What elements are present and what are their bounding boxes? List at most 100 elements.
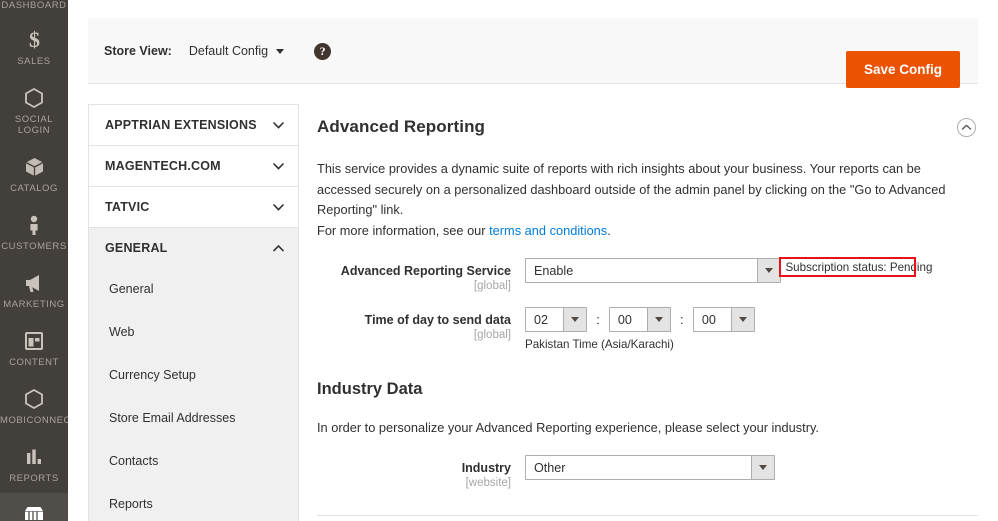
field-label-text: Time of day to send data (365, 313, 511, 327)
advanced-reporting-service-select[interactable]: Enable (525, 258, 781, 283)
sidebar-item-label: CATALOG (0, 183, 68, 194)
sidebar-item-mobiconnect[interactable]: MOBICONNECT (0, 377, 68, 435)
layout-icon (0, 328, 68, 354)
chevron-down-icon[interactable] (751, 456, 774, 479)
svg-text:$: $ (29, 28, 40, 52)
timezone-note: Pakistan Time (Asia/Karachi) (525, 337, 978, 352)
chevron-down-icon[interactable] (563, 308, 586, 331)
sidebar-item-label: MARKETING (0, 299, 68, 310)
store-view-value: Default Config (189, 44, 268, 58)
sidebar-item-stores[interactable]: STORES (0, 493, 68, 521)
sidebar-item-label: SALES (0, 56, 68, 67)
store-view-label: Store View: (104, 44, 172, 58)
select-value: Other (526, 456, 774, 481)
config-subitem-web[interactable]: Web (89, 311, 298, 354)
sidebar-item-social-login[interactable]: SOCIAL LOGIN (0, 76, 68, 145)
field-label-text: Industry (462, 461, 511, 475)
config-section-label: GENERAL (105, 241, 168, 255)
chevron-up-circle-icon[interactable] (957, 118, 976, 137)
description-line-1: This service provides a dynamic suite of… (317, 161, 945, 217)
sidebar-item-dashboard[interactable]: DASHBOARD (0, 0, 68, 18)
sidebar-item-label: CUSTOMERS (0, 241, 68, 252)
bar-chart-icon (0, 444, 68, 470)
config-section-label: MAGENTECH.COM (105, 159, 221, 173)
time-separator: : (675, 307, 688, 332)
config-subitem-general[interactable]: General (89, 268, 298, 311)
config-section-magentech[interactable]: MAGENTECH.COM (89, 146, 298, 187)
sidebar-item-catalog[interactable]: CATALOG (0, 145, 68, 203)
config-section-tatvic[interactable]: TATVIC (89, 187, 298, 228)
field-label: Industry [website] (317, 455, 525, 490)
field-label: Advanced Reporting Service [global] (317, 258, 525, 293)
time-hours-select[interactable]: 02 (525, 307, 587, 332)
admin-page: DASHBOARD $ SALES SOCIAL LOGIN CATALOG C… (0, 0, 998, 521)
sidebar-item-label: MOBICONNECT (0, 415, 68, 426)
box-icon (0, 154, 68, 180)
sidebar-item-label: SOCIAL LOGIN (0, 114, 68, 136)
config-section-label: TATVIC (105, 200, 149, 214)
dollar-icon: $ (0, 27, 68, 53)
select-value: Enable (526, 259, 780, 284)
field-scope: [global] (317, 328, 511, 342)
advanced-reporting-description: This service provides a dynamic suite of… (317, 159, 977, 241)
time-minutes-select[interactable]: 00 (609, 307, 671, 332)
primary-sidebar: DASHBOARD $ SALES SOCIAL LOGIN CATALOG C… (0, 0, 68, 521)
field-time-of-day: Time of day to send data [global] 02 : 0… (317, 307, 978, 352)
hexagon-icon (0, 386, 68, 412)
section-title: Advanced Reporting (317, 117, 485, 137)
config-section-apptrian-extensions[interactable]: APPTRIAN EXTENSIONS (89, 105, 298, 146)
time-separator: : (591, 307, 604, 332)
description-line-2-suffix: . (607, 223, 611, 238)
store-icon (0, 502, 68, 521)
store-view-switcher[interactable]: Default Config (189, 44, 284, 58)
sidebar-item-content[interactable]: CONTENT (0, 319, 68, 377)
sidebar-item-label: DASHBOARD (0, 0, 68, 11)
section-divider (317, 515, 978, 516)
subscription-status: Subscription status: Pending (785, 260, 932, 275)
terms-and-conditions-link[interactable]: terms and conditions (489, 223, 607, 238)
config-subitem-reports[interactable]: Reports (89, 483, 298, 521)
sidebar-item-label: CONTENT (0, 357, 68, 368)
field-control: 02 : 00 : 00 Pakistan Time (Asia/Karachi… (525, 307, 978, 352)
sidebar-item-sales[interactable]: $ SALES (0, 18, 68, 76)
main-content: Advanced Reporting This service provides… (317, 104, 978, 521)
industry-data-description: In order to personalize your Advanced Re… (317, 418, 977, 439)
megaphone-icon (0, 270, 68, 296)
chevron-down-icon (273, 204, 284, 211)
industry-select[interactable]: Other (525, 455, 775, 480)
field-scope: [global] (317, 279, 511, 293)
chevron-down-icon (273, 163, 284, 170)
chevron-up-icon (273, 245, 284, 252)
sidebar-item-reports[interactable]: REPORTS (0, 435, 68, 493)
chevron-down-icon[interactable] (647, 308, 670, 331)
chevron-down-icon (273, 122, 284, 129)
field-label: Time of day to send data [global] (317, 307, 525, 342)
page-title-strip: Advanced Reporting (68, 0, 998, 18)
subscription-status-text: Subscription status: Pending (785, 260, 932, 275)
industry-data-title: Industry Data (317, 380, 978, 399)
store-view-bar: Store View: Default Config ? Save Config (88, 18, 978, 84)
config-subitem-contacts[interactable]: Contacts (89, 440, 298, 483)
chevron-down-icon[interactable] (731, 308, 754, 331)
sidebar-item-marketing[interactable]: MARKETING (0, 261, 68, 319)
sidebar-item-customers[interactable]: CUSTOMERS (0, 203, 68, 261)
field-advanced-reporting-service: Advanced Reporting Service [global] Enab… (317, 258, 978, 293)
save-config-button[interactable]: Save Config (846, 51, 960, 88)
time-seconds-select[interactable]: 00 (693, 307, 755, 332)
config-subitem-currency-setup[interactable]: Currency Setup (89, 354, 298, 397)
field-industry: Industry [website] Other (317, 455, 978, 490)
field-label-text: Advanced Reporting Service (341, 264, 511, 278)
field-scope: [website] (317, 476, 511, 490)
field-control: Enable Subscription status: Pending (525, 258, 978, 283)
config-nav-panel: APPTRIAN EXTENSIONS MAGENTECH.COM TATVIC… (88, 104, 299, 521)
config-section-general[interactable]: GENERAL (89, 228, 298, 268)
chevron-down-icon[interactable] (757, 259, 780, 282)
config-section-label: APPTRIAN EXTENSIONS (105, 118, 257, 132)
sidebar-item-label: REPORTS (0, 473, 68, 484)
config-general-subnav: General Web Currency Setup Store Email A… (89, 268, 298, 521)
field-control: Other (525, 455, 978, 480)
config-subitem-store-email-addresses[interactable]: Store Email Addresses (89, 397, 298, 440)
description-line-2-prefix: For more information, see our (317, 223, 489, 238)
question-mark-icon[interactable]: ? (314, 43, 331, 60)
person-icon (0, 212, 68, 238)
